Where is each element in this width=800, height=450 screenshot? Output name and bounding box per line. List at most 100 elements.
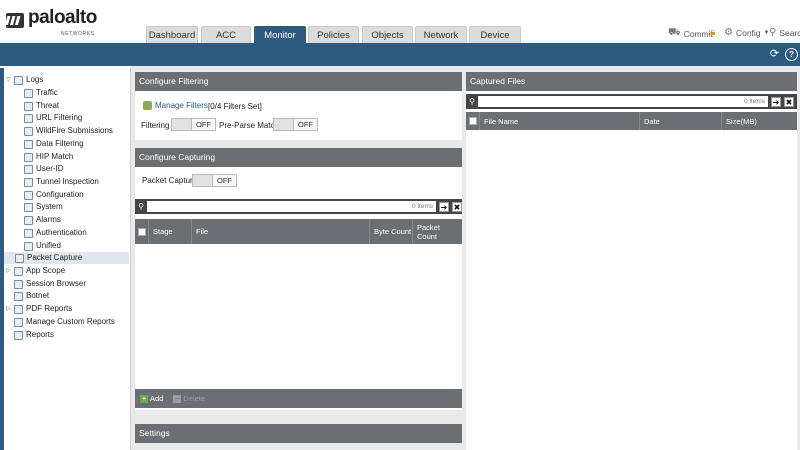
commit-link[interactable]: ⛟ Commit	[668, 27, 713, 40]
log-icon	[24, 228, 33, 238]
log-icon	[24, 113, 33, 123]
paloalto-logo-icon	[5, 13, 24, 28]
expand-icon[interactable]: ▷	[6, 303, 13, 315]
capture-table-header: Stage File Byte Count Packet Count	[135, 219, 462, 244]
tab-device[interactable]: Device	[469, 26, 521, 43]
apply-filter-icon[interactable]: ➜	[771, 96, 781, 107]
tab-acc[interactable]: ACC	[201, 26, 251, 43]
search-icon: ⚲	[469, 97, 475, 106]
configure-capturing-panel: Configure Capturing Packet Capture OFF ⚲…	[135, 148, 462, 410]
lock-button[interactable]: 🔒︎	[710, 27, 715, 38]
delete-button[interactable]: − Delete	[173, 394, 205, 403]
session-browser-icon	[14, 279, 23, 289]
sidebar-item-app-scope[interactable]: ▷ App Scope	[6, 265, 65, 277]
files-search-bar: ⚲ 0 items ➜ ✖	[466, 94, 797, 109]
files-table-header: File Name Date Size(MB)	[466, 112, 797, 130]
apply-filter-icon[interactable]: ➜	[439, 201, 449, 212]
sidebar-item-system[interactable]: System	[24, 201, 63, 213]
collapse-icon[interactable]: ▽	[6, 74, 13, 86]
sidebar-item-traffic[interactable]: Traffic	[24, 87, 58, 99]
sidebar-item-label: Tunnel Inspection	[36, 177, 99, 186]
sidebar-item-data-filtering[interactable]: Data Filtering	[24, 138, 84, 150]
packet-capture-label: Packet Capture	[142, 176, 198, 185]
col-file-name[interactable]: File Name	[480, 112, 640, 130]
select-all-checkbox[interactable]	[469, 117, 477, 125]
refresh-icon[interactable]: ⟳	[768, 48, 781, 61]
sidebar-item-url-filtering[interactable]: URL Filtering	[24, 112, 82, 124]
toolbar-bar	[0, 43, 800, 66]
search-label: Search	[779, 27, 800, 38]
sidebar-item-unified[interactable]: Unified	[24, 240, 61, 252]
sidebar-item-logs[interactable]: ▽ Logs	[6, 74, 43, 86]
search-icon: ⚲	[769, 27, 777, 38]
preparse-toggle[interactable]: OFF	[273, 118, 318, 131]
panel-title: Configure Capturing	[135, 148, 462, 167]
add-icon: +	[140, 393, 148, 403]
col-date[interactable]: Date	[640, 112, 722, 130]
sidebar-item-configuration[interactable]: Configuration	[24, 189, 84, 201]
sidebar-item-label: Reports	[26, 330, 55, 339]
add-button[interactable]: + Add	[140, 394, 163, 403]
sidebar-item-reports[interactable]: Reports	[14, 329, 54, 341]
filtering-toggle[interactable]: OFF	[171, 118, 216, 131]
sidebar-item-user-id[interactable]: User-ID	[24, 163, 64, 175]
col-packet-count[interactable]: Packet Count	[413, 219, 462, 244]
tab-dashboard[interactable]: Dashboard	[146, 26, 198, 43]
panel-title: Configure Filtering	[135, 72, 462, 91]
sidebar-item-hip-match[interactable]: HIP Match	[24, 151, 73, 163]
folder-icon	[14, 75, 23, 85]
sidebar-item-authentication[interactable]: Authentication	[24, 227, 87, 239]
log-icon	[24, 152, 33, 162]
sidebar-item-label: User-ID	[36, 164, 64, 173]
files-search-input[interactable]: 0 items	[478, 96, 768, 107]
col-file[interactable]: File	[192, 219, 370, 244]
toggle-value: OFF	[196, 120, 211, 129]
sidebar-item-label: Session Browser	[26, 279, 87, 288]
custom-reports-icon	[14, 317, 23, 327]
log-icon	[24, 177, 33, 187]
col-size[interactable]: Size(MB)	[722, 112, 797, 130]
tab-policies[interactable]: Policies	[308, 26, 359, 43]
col-stage[interactable]: Stage	[149, 219, 192, 244]
config-menu[interactable]: ⚙ Config ▼	[724, 27, 770, 38]
sidebar-item-label: Alarms	[36, 215, 61, 224]
col-byte-count[interactable]: Byte Count	[370, 219, 413, 244]
manage-filters-link[interactable]: Manage Filters	[143, 101, 208, 110]
sidebar-item-threat[interactable]: Threat	[24, 100, 59, 112]
sidebar-item-pdf-reports[interactable]: ▷ PDF Reports	[6, 303, 72, 315]
sidebar-item-wildfire[interactable]: WildFire Submissions	[24, 125, 113, 137]
sidebar-item-tunnel-inspection[interactable]: Tunnel Inspection	[24, 176, 99, 188]
configure-filtering-panel: Configure Filtering Manage Filters [0/4 …	[135, 72, 462, 140]
sidebar-item-botnet[interactable]: Botnet	[14, 290, 49, 302]
select-all-checkbox[interactable]	[138, 227, 146, 236]
sidebar-item-alarms[interactable]: Alarms	[24, 214, 61, 226]
sidebar-item-label: HIP Match	[36, 152, 74, 161]
brand-subtitle: NETWORKS	[61, 31, 95, 37]
sidebar-item-packet-capture[interactable]: Packet Capture	[4, 252, 129, 264]
sidebar-item-label: PDF Reports	[26, 304, 73, 313]
sidebar-item-label: Traffic	[36, 88, 58, 97]
manage-filters-label: Manage Filters	[155, 101, 208, 110]
captured-files-panel: Captured Files ⚲ 0 items ➜ ✖ File Name D…	[466, 72, 797, 450]
capture-search-input[interactable]: 0 items	[147, 201, 436, 212]
brand-name: paloalto	[28, 7, 97, 28]
log-icon	[24, 202, 33, 212]
help-icon[interactable]: ?	[785, 48, 798, 61]
sidebar-item-label: Configuration	[36, 190, 84, 199]
search-icon: ⚲	[138, 202, 144, 211]
tab-objects[interactable]: Objects	[362, 26, 413, 43]
search-link[interactable]: ⚲ Search	[769, 27, 800, 38]
panel-title[interactable]: Settings	[135, 424, 462, 443]
log-icon	[24, 164, 33, 174]
tab-network[interactable]: Network	[415, 26, 467, 43]
tab-monitor[interactable]: Monitor	[254, 26, 306, 43]
clear-filter-icon[interactable]: ✖	[452, 201, 462, 212]
log-icon	[24, 190, 33, 200]
delete-label: Delete	[183, 394, 206, 403]
expand-icon[interactable]: ▷	[6, 265, 13, 277]
clear-filter-icon[interactable]: ✖	[784, 96, 794, 107]
sidebar-item-session-browser[interactable]: Session Browser	[14, 278, 86, 290]
sidebar-item-manage-custom-reports[interactable]: Manage Custom Reports	[14, 316, 115, 328]
app-scope-icon	[14, 266, 23, 276]
packet-capture-toggle[interactable]: OFF	[192, 174, 237, 187]
